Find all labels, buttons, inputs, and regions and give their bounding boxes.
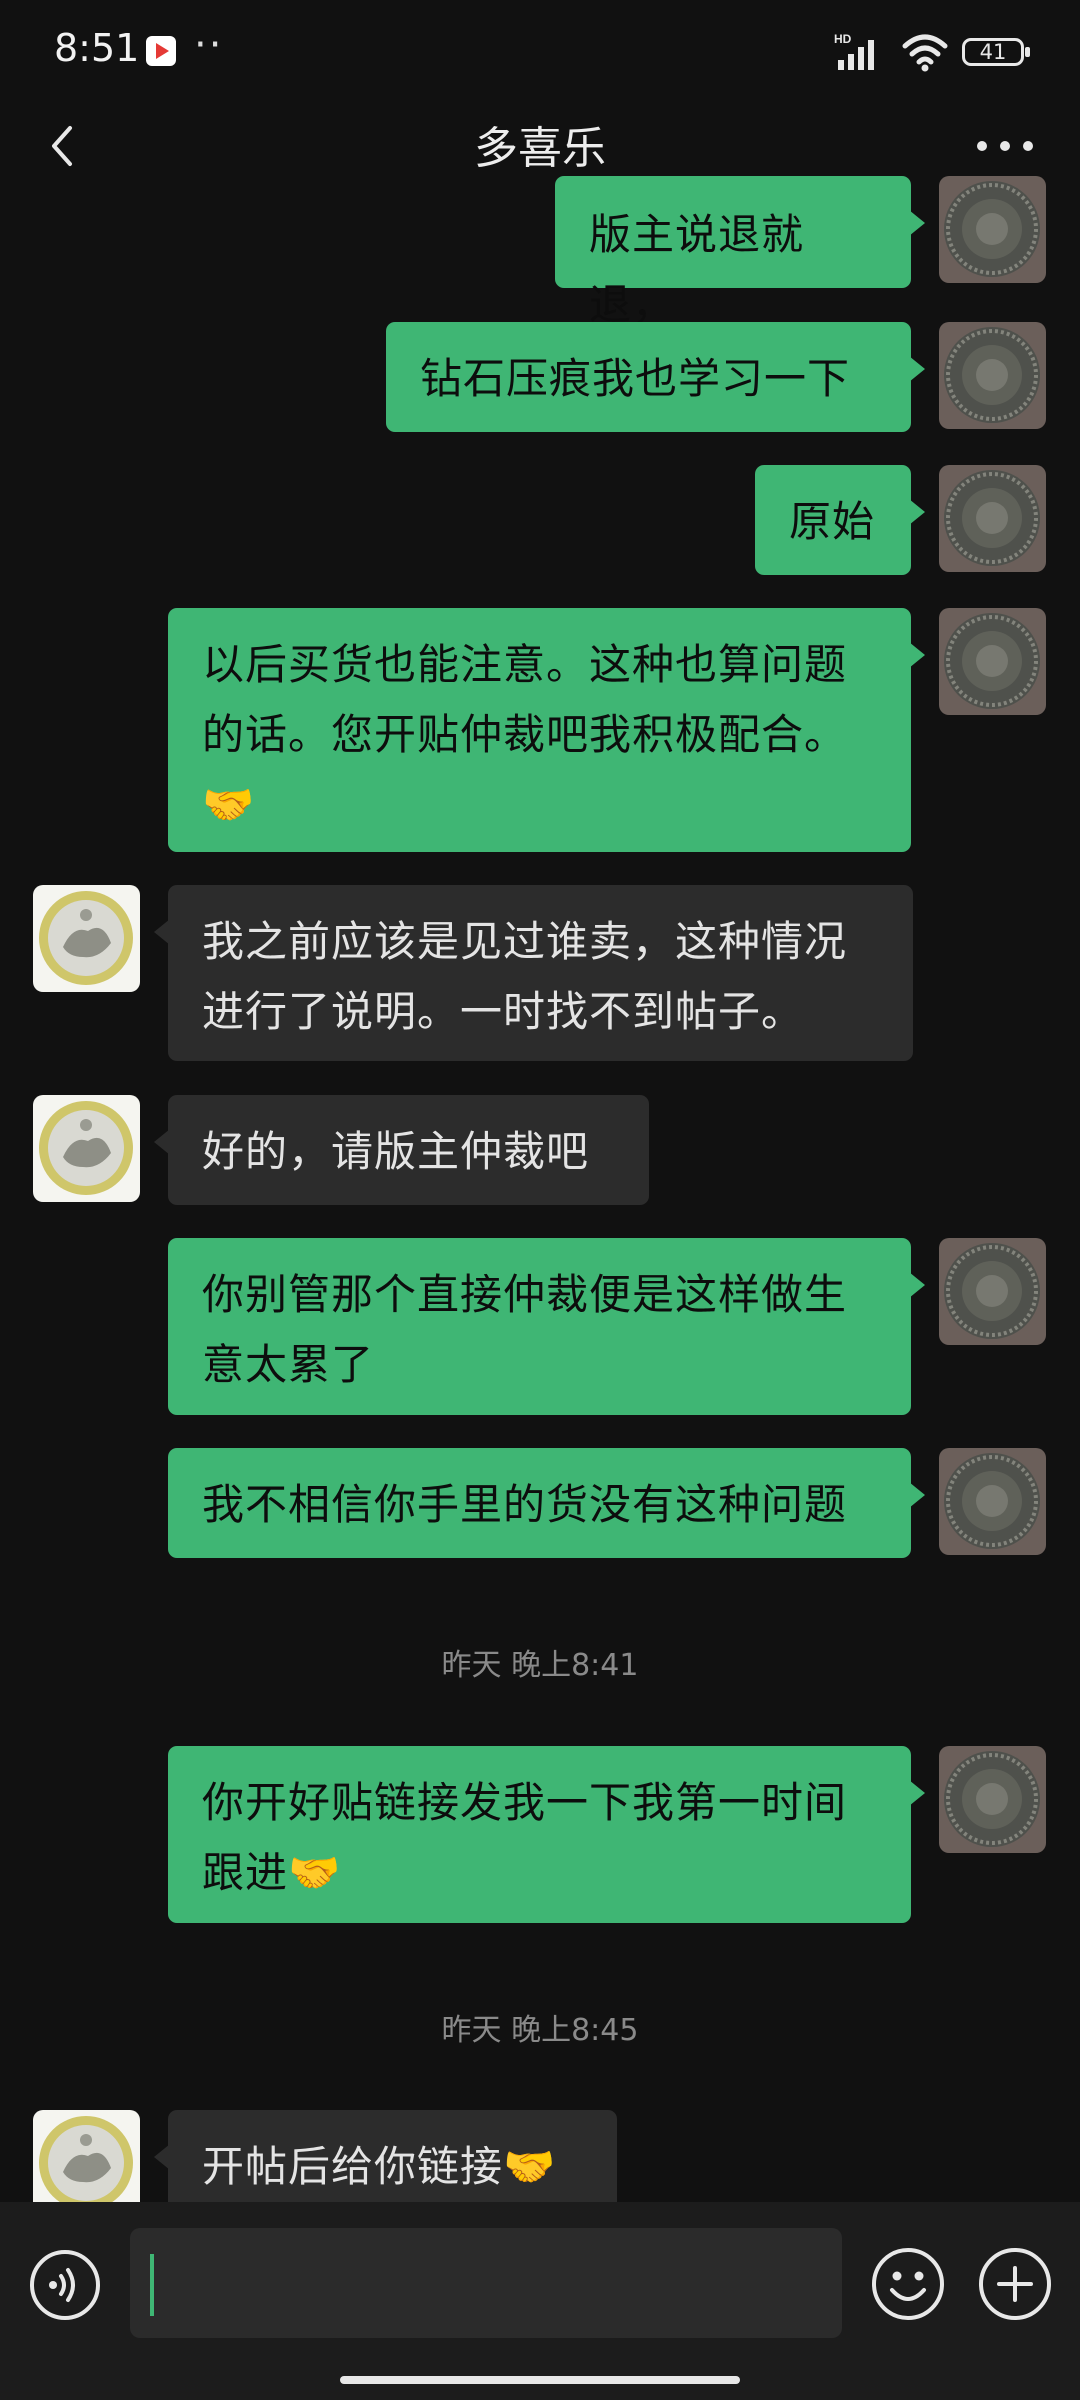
incoming-message[interactable]: 我之前应该是见过谁卖，这种情况 进行了说明。一时找不到帖子。 bbox=[154, 885, 913, 1061]
input-bar bbox=[0, 2202, 1080, 2400]
my-avatar[interactable] bbox=[939, 1238, 1046, 1345]
battery-icon: 41 bbox=[962, 38, 1030, 66]
status-bar: 8:51 ·· HD 41 bbox=[0, 0, 1080, 100]
signal-icon: HD bbox=[834, 32, 874, 70]
chat-title: 多喜乐 bbox=[474, 123, 606, 174]
message-input[interactable] bbox=[130, 2228, 842, 2338]
wifi-icon bbox=[902, 34, 948, 72]
status-time: 8:51 bbox=[54, 26, 140, 70]
incoming-message[interactable]: 好的，请版主仲裁吧 bbox=[154, 1095, 649, 1205]
my-avatar[interactable] bbox=[939, 465, 1046, 572]
outgoing-message[interactable]: 你别管那个直接仲裁便是这样做生 意太累了 bbox=[168, 1238, 925, 1415]
contact-avatar[interactable] bbox=[33, 885, 140, 992]
outgoing-message[interactable]: 原始 bbox=[755, 465, 925, 575]
message-timestamp: 昨天 晚上8:41 bbox=[441, 1648, 639, 1683]
outgoing-message[interactable]: 以后买货也能注意。这种也算问题 的话。您开贴仲裁吧我积极配合。 🤝 bbox=[168, 608, 925, 852]
text-cursor bbox=[150, 2254, 154, 2316]
home-indicator[interactable] bbox=[340, 2376, 740, 2384]
notification-dots: ·· bbox=[194, 22, 224, 68]
my-avatar[interactable] bbox=[939, 1746, 1046, 1853]
contact-avatar[interactable] bbox=[33, 2110, 140, 2217]
chat-header: 多喜乐 bbox=[0, 100, 1080, 192]
my-avatar[interactable] bbox=[939, 1448, 1046, 1555]
emoji-icon[interactable] bbox=[870, 2246, 946, 2322]
my-avatar[interactable] bbox=[939, 322, 1046, 429]
outgoing-message[interactable]: 我不相信你手里的货没有这种问题 bbox=[168, 1448, 925, 1558]
plus-icon[interactable] bbox=[977, 2246, 1053, 2322]
more-dots-icon[interactable] bbox=[970, 120, 1040, 172]
voice-icon[interactable] bbox=[28, 2248, 102, 2322]
outgoing-message[interactable]: 钻石压痕我也学习一下 bbox=[386, 322, 925, 432]
contact-avatar[interactable] bbox=[33, 1095, 140, 1202]
outgoing-message[interactable]: 你开好贴链接发我一下我第一时间 跟进🤝 bbox=[168, 1746, 925, 1923]
network-label: HD bbox=[834, 32, 852, 46]
my-avatar[interactable] bbox=[939, 608, 1046, 715]
status-indicators: HD 41 bbox=[834, 32, 1030, 72]
video-app-icon bbox=[146, 36, 176, 66]
my-avatar[interactable] bbox=[939, 176, 1046, 283]
outgoing-message[interactable]: 版主说退就退， bbox=[555, 176, 925, 329]
message-timestamp: 昨天 晚上8:45 bbox=[441, 2013, 639, 2048]
